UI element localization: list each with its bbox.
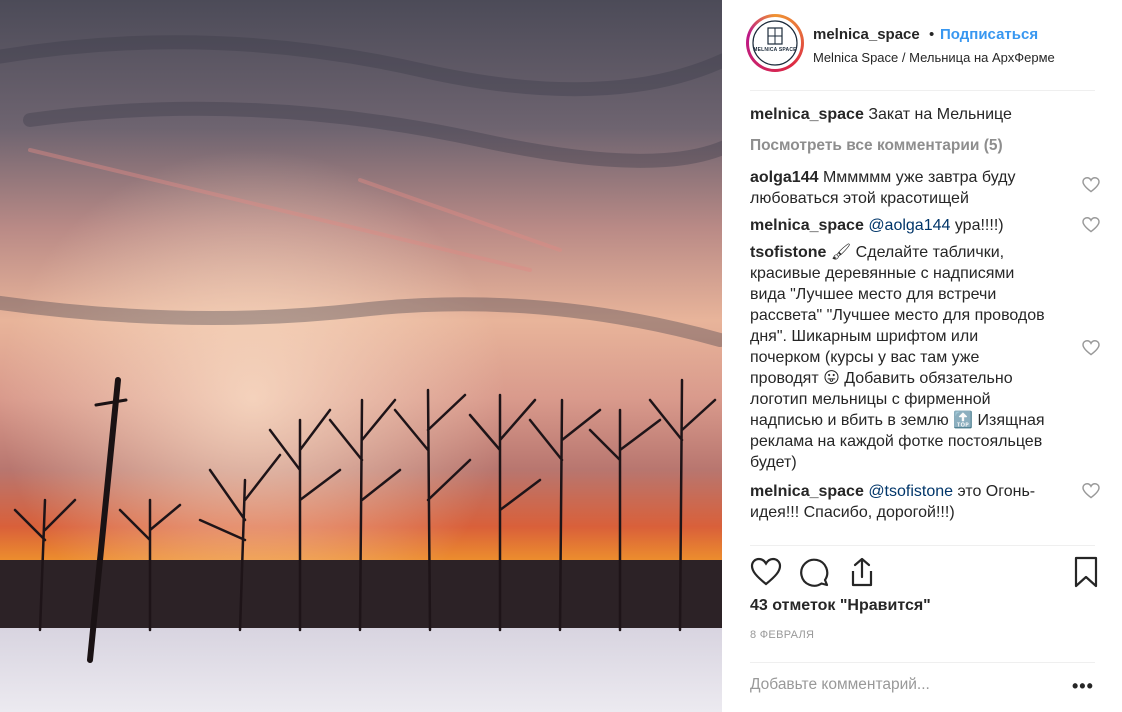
caption: melnica_space Закат на Мельнице (750, 104, 1100, 125)
comment-like-heart-icon[interactable] (1082, 217, 1100, 233)
comment-text: идея!!! Спасибо, дорогой!!!) (750, 504, 955, 521)
comment-text: почерком (курсы у вас там уже (750, 349, 980, 366)
heart-icon[interactable] (750, 556, 782, 588)
comment-like-heart-icon[interactable] (1082, 177, 1100, 193)
comment-like-heart-icon[interactable] (1082, 340, 1100, 356)
comment: melnica_space @tsofistone это Огонь- иде… (750, 481, 1100, 523)
caption-text: Закат на Мельнице (868, 106, 1012, 123)
comment: tsofistone 🖌 Сделайте таблички, красивые… (750, 242, 1100, 473)
header-divider (750, 90, 1095, 91)
comment-text: будет) (750, 454, 797, 471)
comment-username[interactable]: melnica_space (750, 217, 864, 234)
comment-text: реклама на каждой фотке постояльцев (750, 433, 1043, 450)
comment-text: красивые деревянные с надписями (750, 265, 1015, 282)
actions-divider (750, 545, 1095, 546)
comment-like-heart-icon[interactable] (1082, 483, 1100, 499)
caption-username[interactable]: melnica_space (750, 106, 864, 123)
comment-emoji: 😛 (823, 370, 840, 387)
likes-count[interactable]: 43 отметок "Нравится" (750, 597, 931, 615)
comment-text: это Огонь- (957, 483, 1036, 500)
comment-mention[interactable]: @aolga144 (868, 217, 950, 234)
comment-text: логотип мельницы с фирменной (750, 391, 991, 408)
share-icon[interactable] (846, 556, 878, 588)
comments-section: melnica_space Закат на Мельнице Посмотре… (750, 104, 1100, 523)
comment-text: вида "Лучшее место для встречи (750, 286, 997, 303)
avatar[interactable]: MELNICA SPACE (749, 17, 801, 69)
comment-text: проводят (750, 370, 819, 387)
sunset-photo (0, 0, 722, 712)
avatar-logo-text: MELNICA SPACE (753, 47, 797, 53)
comment-text: Мммммм уже завтра буду (822, 169, 1016, 186)
bookmark-icon[interactable] (1070, 556, 1102, 588)
comment-emoji: 🔝 (953, 412, 974, 429)
comment-text: Добавить обязательно (844, 370, 1013, 387)
comment-text: дня". Шикарным шрифтом или (750, 328, 979, 345)
mill-icon (752, 20, 798, 66)
avatar-story-ring[interactable]: MELNICA SPACE (746, 14, 804, 72)
header-separator: • (929, 26, 935, 43)
comment-username[interactable]: melnica_space (750, 483, 864, 500)
comment-text: рассвета" "Лучшее место для проводов (750, 307, 1045, 324)
instagram-post: MELNICA SPACE melnica_space • Подписатьс… (0, 0, 1122, 712)
post-sidebar: MELNICA SPACE melnica_space • Подписатьс… (722, 0, 1122, 712)
comment-username[interactable]: tsofistone (750, 244, 826, 261)
comment-input-divider (750, 662, 1095, 663)
more-icon[interactable]: ••• (1072, 676, 1094, 697)
comment-text: надписью и вбить в землю (750, 412, 949, 429)
follow-button[interactable]: Подписаться (940, 26, 1038, 43)
comment: melnica_space @aolga144 ура!!!!) (750, 215, 1100, 236)
comment-emoji: 🖌 (830, 244, 852, 261)
comment-text: любоваться этой красотищей (750, 190, 969, 207)
location-link[interactable]: Melnica Space / Мельница на АрхФерме (813, 50, 1055, 65)
comment-mention[interactable]: @tsofistone (868, 483, 953, 500)
post-header: MELNICA SPACE melnica_space • Подписатьс… (746, 14, 1096, 74)
post-date[interactable]: 8 ФЕВРАЛЯ (750, 629, 814, 641)
comment-username[interactable]: aolga144 (750, 169, 818, 186)
comment-text: Сделайте таблички, (855, 244, 1005, 261)
post-actions (750, 556, 1100, 592)
add-comment-input[interactable]: Добавьте комментарий... (750, 676, 930, 694)
avatar-logo: MELNICA SPACE (751, 19, 799, 67)
view-all-comments-link[interactable]: Посмотреть все комментарии (5) (750, 137, 1100, 155)
post-photo[interactable] (0, 0, 722, 712)
comment-text: ура!!!!) (954, 217, 1004, 234)
header-username[interactable]: melnica_space (813, 26, 920, 43)
comment-text: Изящная (977, 412, 1045, 429)
comment: aolga144 Мммммм уже завтра буду любовать… (750, 167, 1100, 209)
comment-icon[interactable] (798, 556, 830, 588)
